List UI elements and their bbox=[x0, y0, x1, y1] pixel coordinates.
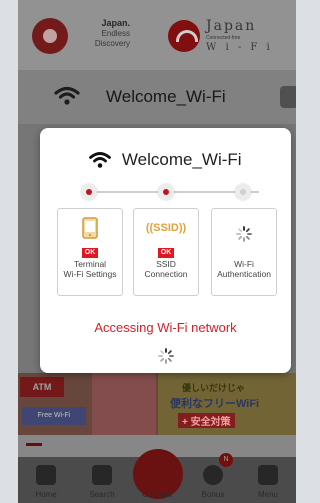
step-card-wifi-authentication: Wi-Fi Authentication bbox=[211, 208, 277, 296]
dialog-title: Welcome_Wi-Fi bbox=[40, 150, 291, 174]
wifi-icon bbox=[89, 152, 112, 168]
step-1-indicator bbox=[81, 184, 97, 200]
connection-progress-dialog: Welcome_Wi-Fi OK Terminal Wi-Fi Settings… bbox=[40, 128, 291, 373]
step-1-label-line1: Terminal bbox=[73, 259, 107, 269]
dialog-title-text: Welcome_Wi-Fi bbox=[121, 150, 242, 169]
step-2-label-line2: Connection bbox=[144, 269, 188, 279]
step-3-label-line2: Authentication bbox=[217, 269, 271, 279]
spinner-icon bbox=[236, 226, 252, 242]
status-message: Accessing Wi-Fi network bbox=[94, 320, 237, 335]
step-1-label-line2: Wi-Fi Settings bbox=[63, 269, 117, 279]
ok-badge: OK bbox=[157, 248, 175, 258]
step-3-indicator bbox=[235, 184, 251, 200]
ssid-icon: ((SSID)) bbox=[145, 222, 187, 234]
app-window: Japan. Endless Discovery Japan Connected… bbox=[18, 0, 296, 503]
step-2-label-line1: SSID bbox=[156, 259, 176, 269]
step-3-label-line1: Wi-Fi bbox=[234, 259, 254, 269]
loading-spinner-icon bbox=[158, 348, 174, 364]
step-card-terminal-settings: OK Terminal Wi-Fi Settings bbox=[57, 208, 123, 296]
ok-badge: OK bbox=[81, 248, 99, 258]
step-2-indicator bbox=[158, 184, 174, 200]
progress-line bbox=[89, 191, 259, 193]
step-card-ssid-connection: ((SSID)) OK SSID Connection bbox=[133, 208, 199, 296]
phone-icon bbox=[82, 217, 98, 239]
